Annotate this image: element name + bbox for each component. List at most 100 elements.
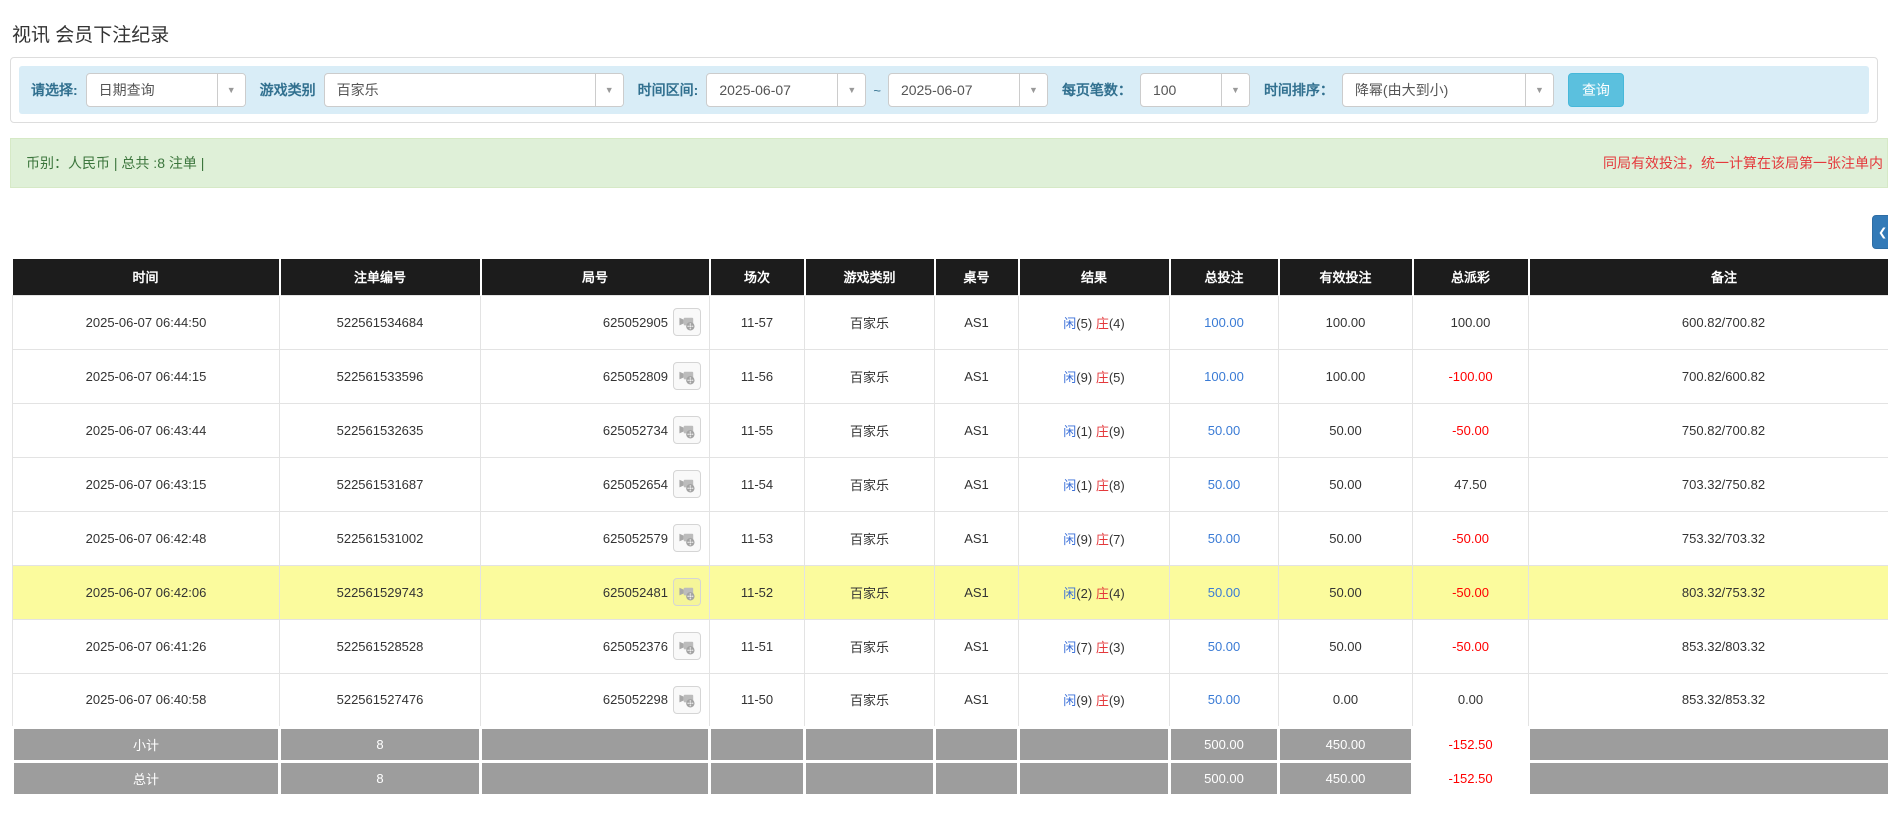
time-range-label: 时间区间: [638,80,699,100]
cell-result: 闲(1) 庄(8) [1019,457,1170,511]
page-size-value: 100 [1141,74,1221,106]
video-replay-button[interactable] [673,578,701,606]
video-camera-icon [678,690,697,709]
cell-valid-bet: 100.00 [1279,295,1413,349]
player-result-label: 闲 [1063,532,1076,547]
query-type-select[interactable]: 日期查询 ▼ [86,73,246,107]
total-bet-link[interactable]: 50.00 [1208,639,1241,654]
video-replay-button[interactable] [673,632,701,660]
video-replay-button[interactable] [673,308,701,336]
banker-result-value: (9) [1109,693,1125,708]
total-bet-link[interactable]: 50.00 [1208,477,1241,492]
cell-time: 2025-06-07 06:40:58 [13,673,280,727]
video-replay-button[interactable] [673,362,701,390]
banker-result-value: (9) [1109,424,1125,439]
total-bet-link[interactable]: 50.00 [1208,531,1241,546]
bet-records-table: 时间注单编号局号场次游戏类别桌号结果总投注有效投注总派彩备注 2025-06-0… [11,259,1888,797]
query-button[interactable]: 查询 [1568,73,1624,107]
filter-panel: 请选择: 日期查询 ▼ 游戏类别 百家乐 ▼ 时间区间: 2025-06-07 … [10,57,1878,123]
cell-round-id: 625052376 [481,619,710,673]
round-id-text: 625052579 [603,531,668,546]
page-size-select[interactable]: 100 ▼ [1140,73,1250,107]
table-header-row: 时间注单编号局号场次游戏类别桌号结果总投注有效投注总派彩备注 [13,259,1888,295]
total-bet-link[interactable]: 50.00 [1208,585,1241,600]
column-header-5: 桌号 [935,259,1019,295]
cell-result: 闲(5) 庄(4) [1019,295,1170,349]
total-bet-link[interactable]: 100.00 [1204,369,1244,384]
subtotal-row-count: 8 [280,727,481,761]
total-bet-link[interactable]: 50.00 [1208,692,1241,707]
total-row-empty-round [481,761,710,795]
column-header-4: 游戏类别 [805,259,935,295]
cell-game-type: 百家乐 [805,511,935,565]
cell-total-bet: 50.00 [1170,457,1279,511]
banker-result-label: 庄 [1096,316,1109,331]
payout-total-value: -152.50 [1448,737,1492,752]
banker-result-label: 庄 [1096,586,1109,601]
game-type-select[interactable]: 百家乐 ▼ [324,73,624,107]
total-row-count: 8 [280,761,481,795]
cell-round-id: 625052654 [481,457,710,511]
round-id-text: 625052734 [603,423,668,438]
date-to-select[interactable]: 2025-06-07 ▼ [888,73,1048,107]
total-row-empty-remark [1529,761,1888,795]
payout-value: -50.00 [1452,423,1489,438]
collapse-arrow-icon: ❮ [1878,226,1887,239]
cell-valid-bet: 100.00 [1279,349,1413,403]
page-size-label: 每页笔数： [1062,80,1132,100]
cell-session: 11-56 [710,349,805,403]
cell-time: 2025-06-07 06:43:15 [13,457,280,511]
date-to-value: 2025-06-07 [889,74,1019,106]
cell-order-id: 522561531002 [280,511,481,565]
video-replay-button[interactable] [673,524,701,552]
cell-total-bet: 50.00 [1170,403,1279,457]
video-camera-icon [678,583,697,602]
date-from-select[interactable]: 2025-06-07 ▼ [706,73,866,107]
chevron-down-icon: ▼ [1019,74,1047,106]
cell-remark: 753.32/703.32 [1529,511,1888,565]
video-camera-icon [678,421,697,440]
video-replay-button[interactable] [673,470,701,498]
video-replay-button[interactable] [673,416,701,444]
column-header-10: 备注 [1529,259,1888,295]
banker-result-label: 庄 [1096,693,1109,708]
sort-order-select[interactable]: 降幂(由大到小) ▼ [1342,73,1554,107]
cell-table-no: AS1 [935,673,1019,727]
total-bet-link[interactable]: 100.00 [1204,315,1244,330]
cell-time: 2025-06-07 06:42:06 [13,565,280,619]
cell-round-id: 625052809 [481,349,710,403]
player-result-value: (9) [1076,370,1092,385]
column-header-9: 总派彩 [1413,259,1529,295]
player-result-label: 闲 [1063,478,1076,493]
cell-game-type: 百家乐 [805,619,935,673]
player-result-value: (7) [1076,640,1092,655]
cell-round-id: 625052905 [481,295,710,349]
cell-time: 2025-06-07 06:41:26 [13,619,280,673]
page-title: 视讯 会员下注纪录 [12,20,169,47]
cell-payout: 100.00 [1413,295,1529,349]
cell-total-bet: 50.00 [1170,565,1279,619]
total-row-empty-result [1019,761,1170,795]
player-result-value: (2) [1076,586,1092,601]
total-row-empty-table [935,761,1019,795]
column-header-2: 局号 [481,259,710,295]
column-header-8: 有效投注 [1279,259,1413,295]
total-row-label: 总计 [13,761,280,795]
edge-action-button[interactable]: ❮ [1872,215,1888,249]
cell-time: 2025-06-07 06:43:44 [13,403,280,457]
subtotal-row-total-bet: 500.00 [1170,727,1279,761]
subtotal-row-payout: -152.50 [1413,727,1529,761]
date-from-value: 2025-06-07 [707,74,837,106]
banker-result-label: 庄 [1096,370,1109,385]
video-replay-button[interactable] [673,686,701,714]
cell-session: 11-55 [710,403,805,457]
cell-result: 闲(7) 庄(3) [1019,619,1170,673]
table-row: 2025-06-07 06:43:44522561532635625052734… [13,403,1888,457]
total-row-empty-session [710,761,805,795]
cell-total-bet: 50.00 [1170,619,1279,673]
cell-result: 闲(2) 庄(4) [1019,565,1170,619]
round-id-text: 625052298 [603,692,668,707]
total-bet-link[interactable]: 50.00 [1208,423,1241,438]
type-select-label: 请选择: [31,80,78,100]
banker-result-label: 庄 [1096,424,1109,439]
